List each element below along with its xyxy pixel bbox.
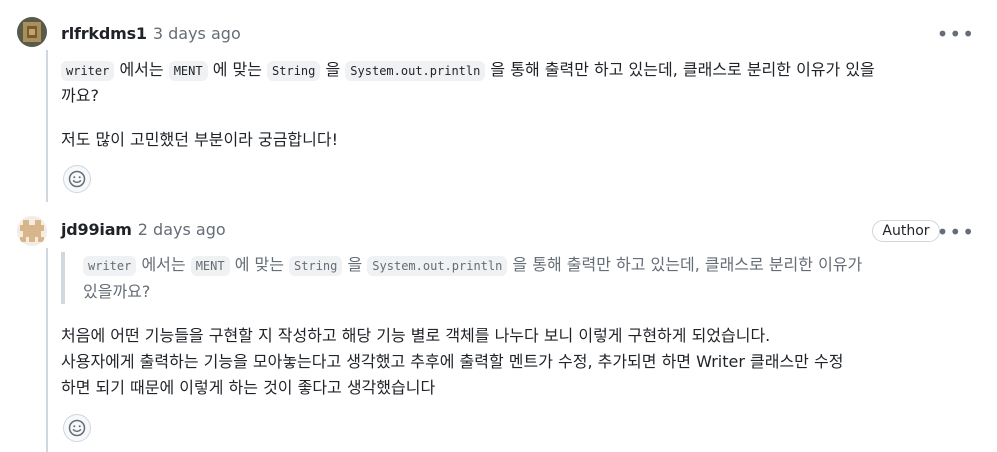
timeline-line: [46, 50, 48, 202]
quote-line: writer 에서는 MENT 에 맞는 String 을 System.out…: [83, 252, 941, 279]
text: 을 통해 출력만 하고 있는데, 클래스로 분리한 이유가 있을: [485, 60, 875, 79]
more-options-icon[interactable]: •••: [937, 222, 975, 242]
author-badge: Author: [872, 220, 940, 242]
comment-body-line: 사용자에게 출력하는 기능을 모아놓는다고 생각했고 추후에 출력할 멘트가 수…: [61, 352, 844, 371]
text: 을: [320, 60, 346, 79]
text: 에 맞는: [229, 255, 290, 274]
timestamp[interactable]: 3 days ago: [153, 24, 241, 43]
inline-code: System.out.println: [345, 61, 486, 81]
comment-header: rlfrkdms1 3 days ago: [61, 21, 241, 45]
comment: rlfrkdms1 3 days ago ••• writer 에서는 MENT…: [0, 0, 997, 202]
comment-header: jd99iam 2 days ago: [61, 217, 226, 241]
inline-code: System.out.println: [367, 256, 508, 276]
timestamp[interactable]: 2 days ago: [138, 220, 226, 239]
comment-body-line: 처음에 어떤 기능들을 구현할 지 작성하고 해당 기능 별로 객체를 나누다 …: [61, 326, 771, 345]
avatar[interactable]: [17, 216, 47, 246]
add-reaction-button[interactable]: [63, 414, 91, 442]
comment-body-line: 까요?: [61, 86, 99, 105]
smiley-icon: [68, 170, 86, 188]
avatar[interactable]: [17, 17, 47, 47]
author-name[interactable]: jd99iam: [61, 220, 132, 239]
inline-code: String: [289, 256, 343, 276]
comment-body-line: writer 에서는 MENT 에 맞는 String 을 System.out…: [61, 57, 875, 84]
smiley-icon: [68, 419, 86, 437]
text: 에 맞는: [207, 60, 268, 79]
timeline-line: [46, 248, 48, 452]
text: 에서는: [136, 255, 191, 274]
inline-code: String: [267, 61, 321, 81]
text: 을: [342, 255, 368, 274]
inline-code: writer: [83, 256, 137, 276]
inline-code: MENT: [190, 256, 230, 276]
blockquote: writer 에서는 MENT 에 맞는 String 을 System.out…: [61, 252, 941, 304]
comment-body-line: 하면 되기 때문에 이렇게 하는 것이 좋다고 생각했습니다: [61, 378, 436, 397]
more-options-icon[interactable]: •••: [937, 24, 975, 44]
inline-code: writer: [61, 61, 115, 81]
text: 을 통해 출력만 하고 있는데, 클래스로 분리한 이유가: [507, 255, 863, 274]
add-reaction-button[interactable]: [63, 165, 91, 193]
quote-line: 있을까요?: [83, 282, 151, 301]
comment-body-line: 저도 많이 고민했던 부분이라 궁금합니다!: [61, 130, 338, 149]
comment: jd99iam 2 days ago Author ••• writer 에서는…: [0, 202, 997, 452]
inline-code: MENT: [168, 61, 208, 81]
text: 에서는: [114, 60, 169, 79]
author-name[interactable]: rlfrkdms1: [61, 24, 147, 43]
